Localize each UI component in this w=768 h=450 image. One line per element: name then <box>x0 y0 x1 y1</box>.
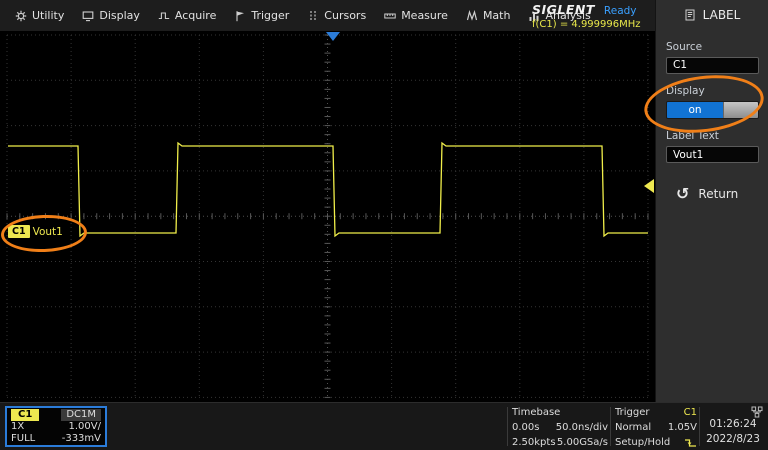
menu-item-trigger[interactable]: Trigger <box>225 0 298 31</box>
graticule <box>0 31 655 402</box>
network-icon[interactable] <box>751 406 763 418</box>
trigger-title: Trigger <box>615 407 650 419</box>
trigger-source: C1 <box>684 407 697 419</box>
label-panel: LABEL Source C1 Display on Label Text ↺ … <box>655 0 768 402</box>
menu-item-measure[interactable]: Measure <box>375 0 457 31</box>
channel-bandwidth: FULL <box>11 433 35 445</box>
channel-vdiv: 1.00V/ <box>69 421 101 433</box>
gear-icon <box>15 10 27 22</box>
menu-item-utility[interactable]: Utility <box>6 0 73 31</box>
divider <box>699 407 700 446</box>
timebase-title: Timebase <box>512 407 560 419</box>
flag-icon <box>234 10 246 22</box>
source-select[interactable]: C1 <box>666 57 759 74</box>
oscilloscope-screen: Utility Display Acquire Trigger Cursors <box>0 0 768 450</box>
toggle-knob <box>723 102 758 118</box>
frequency-readout: f(C1) = 4.999996MHz <box>532 19 650 30</box>
channel-label-text: Vout1 <box>33 226 63 238</box>
waveform-area[interactable]: C1 Vout1 <box>0 31 655 402</box>
trigger-level: 1.05V <box>668 422 697 434</box>
channel-coupling: DC1M <box>61 409 101 421</box>
menu-label: Display <box>99 9 140 22</box>
timebase-memory: 2.50kpts <box>512 437 556 449</box>
timebase-samplerate: 5.00GSa/s <box>557 437 608 449</box>
display-toggle[interactable]: on <box>666 101 759 119</box>
siglent-logo: SIGLENT <box>532 2 595 17</box>
label-icon <box>684 9 696 21</box>
trigger-block[interactable]: Trigger C1 Normal 1.05V Setup/Hold <box>615 407 697 449</box>
menu-label: Utility <box>32 9 64 22</box>
return-button[interactable]: ↺ Return <box>676 187 768 201</box>
panel-header: LABEL <box>656 0 768 30</box>
acquisition-status: Ready <box>604 5 637 17</box>
trigger-mode: Normal <box>615 422 651 434</box>
falling-edge-icon <box>684 438 697 449</box>
return-label: Return <box>698 187 738 201</box>
menu-label: Cursors <box>324 9 366 22</box>
menu-label: Trigger <box>251 9 289 22</box>
cursors-icon <box>307 10 319 22</box>
divider <box>610 407 611 446</box>
return-icon: ↺ <box>676 187 689 201</box>
menu-item-cursors[interactable]: Cursors <box>298 0 375 31</box>
channel-name-badge: C1 <box>11 409 39 421</box>
time-display: 01:26:24 <box>702 417 764 432</box>
status-bar: C1 DC1M 1X 1.00V/ FULL -333mV Timebase 0… <box>0 402 768 450</box>
math-icon <box>466 10 478 22</box>
menu-label: Measure <box>401 9 448 22</box>
trigger-level-marker[interactable] <box>644 179 654 193</box>
channel-info-block[interactable]: C1 DC1M 1X 1.00V/ FULL -333mV <box>5 406 107 447</box>
clock-block: 01:26:24 2022/8/23 <box>702 417 764 447</box>
channel-label[interactable]: C1 Vout1 <box>8 225 63 238</box>
label-text-label: Label Text <box>666 130 768 142</box>
panel-title: LABEL <box>703 8 741 22</box>
channel-offset: -333mV <box>62 433 101 445</box>
menu-label: Math <box>483 9 511 22</box>
timebase-delay: 0.00s <box>512 422 539 434</box>
channel-attenuation: 1X <box>11 421 24 433</box>
timebase-block[interactable]: Timebase 0.00s 50.0ns/div 2.50kpts 5.00G… <box>512 407 608 449</box>
menu-item-display[interactable]: Display <box>73 0 149 31</box>
timebase-scale: 50.0ns/div <box>556 422 608 434</box>
monitor-icon <box>82 10 94 22</box>
source-label: Source <box>666 41 768 53</box>
grid <box>7 35 648 397</box>
label-text-input[interactable] <box>666 146 759 163</box>
toggle-on-segment: on <box>667 102 723 118</box>
menu-label: Acquire <box>175 9 216 22</box>
menu-bar: Utility Display Acquire Trigger Cursors <box>0 0 655 31</box>
menu-item-acquire[interactable]: Acquire <box>149 0 225 31</box>
trigger-type: Setup/Hold <box>615 437 670 449</box>
ruler-icon <box>384 10 396 22</box>
menu-item-math[interactable]: Math <box>457 0 520 31</box>
divider <box>507 407 508 446</box>
trigger-position-marker[interactable] <box>326 32 340 41</box>
date-display: 2022/8/23 <box>702 432 764 447</box>
brand-block: SIGLENT Ready f(C1) = 4.999996MHz <box>532 2 650 30</box>
square-wave-icon <box>158 10 170 22</box>
channel-marker: C1 <box>8 225 30 238</box>
display-label: Display <box>666 85 768 97</box>
